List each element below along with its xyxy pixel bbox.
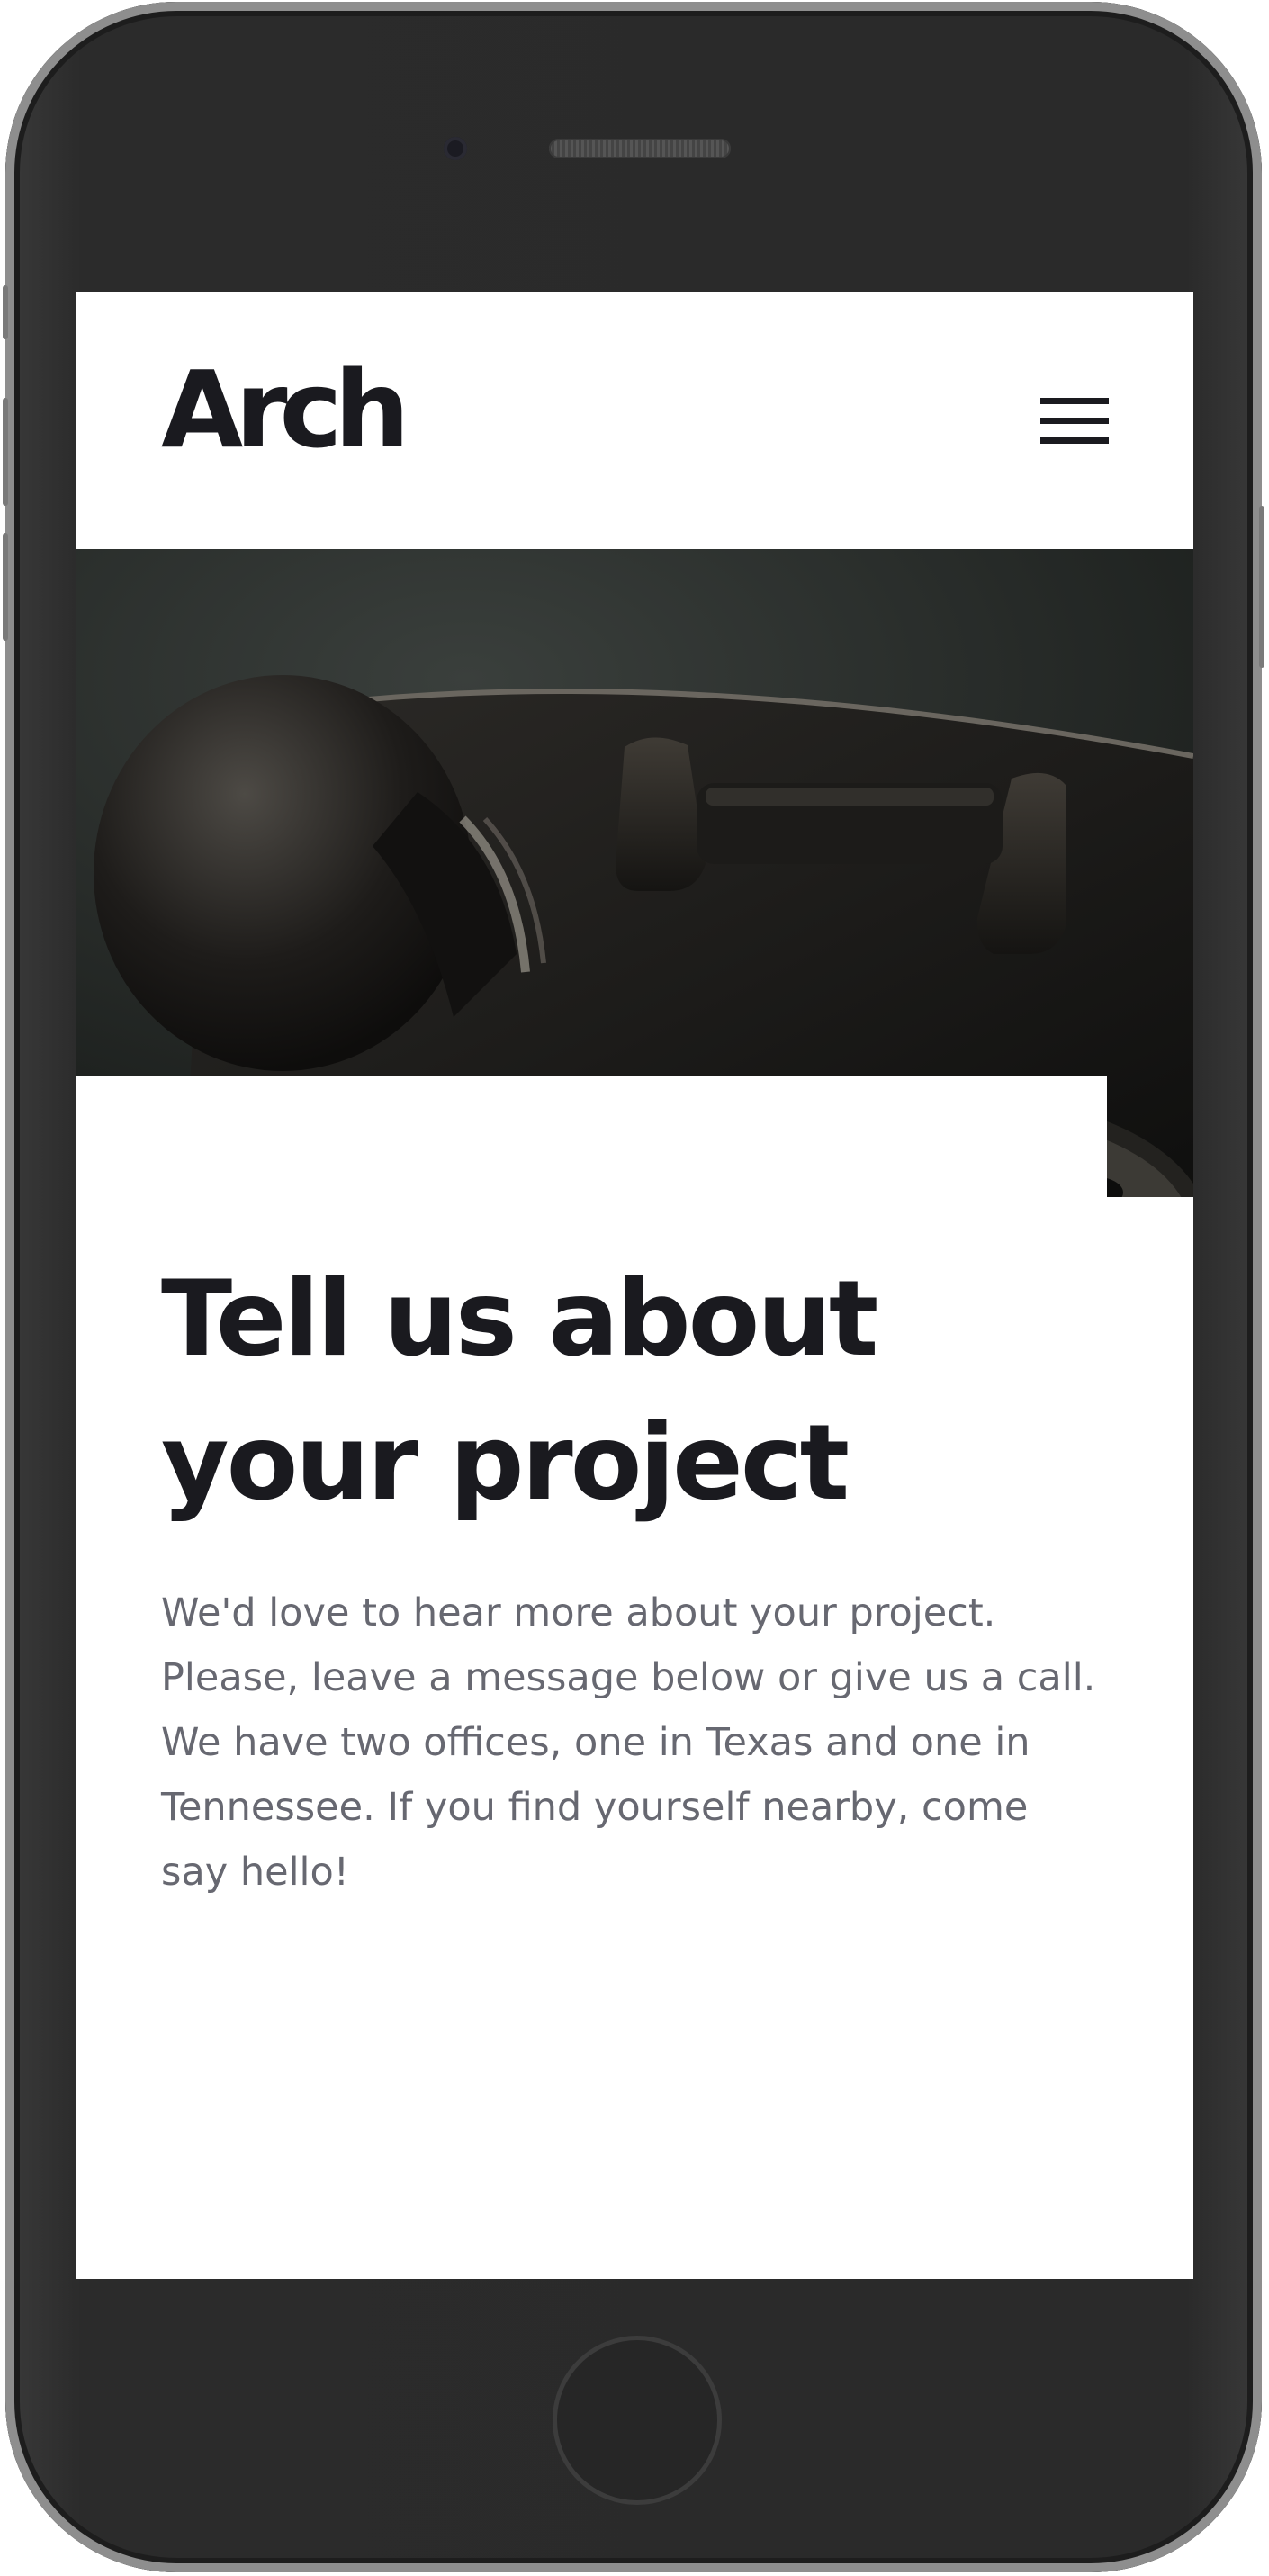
phone-frame: Arch Tell us about your project We'd lov… <box>3 2 1264 2572</box>
brand-logo[interactable]: Arch <box>161 356 410 463</box>
intro-paragraph: We'd love to hear more about your projec… <box>161 1590 1096 1895</box>
front-camera <box>444 137 467 160</box>
contact-intro: Tell us about your project We'd love to … <box>76 1076 1107 2279</box>
hamburger-menu-icon[interactable] <box>1040 398 1109 445</box>
page-title: Tell us about your project <box>161 1247 971 1536</box>
screen: Arch Tell us about your project We'd lov… <box>76 292 1193 2279</box>
earpiece-speaker <box>549 139 731 158</box>
page-title-line-2: your project <box>161 1402 850 1524</box>
power-button <box>1259 506 1264 668</box>
site-header: Arch <box>76 292 1193 549</box>
volume-up-button <box>3 398 8 506</box>
side-button <box>3 285 8 339</box>
volume-down-button <box>3 533 8 641</box>
home-button[interactable] <box>553 2336 722 2505</box>
page-title-line-1: Tell us about <box>161 1258 878 1380</box>
